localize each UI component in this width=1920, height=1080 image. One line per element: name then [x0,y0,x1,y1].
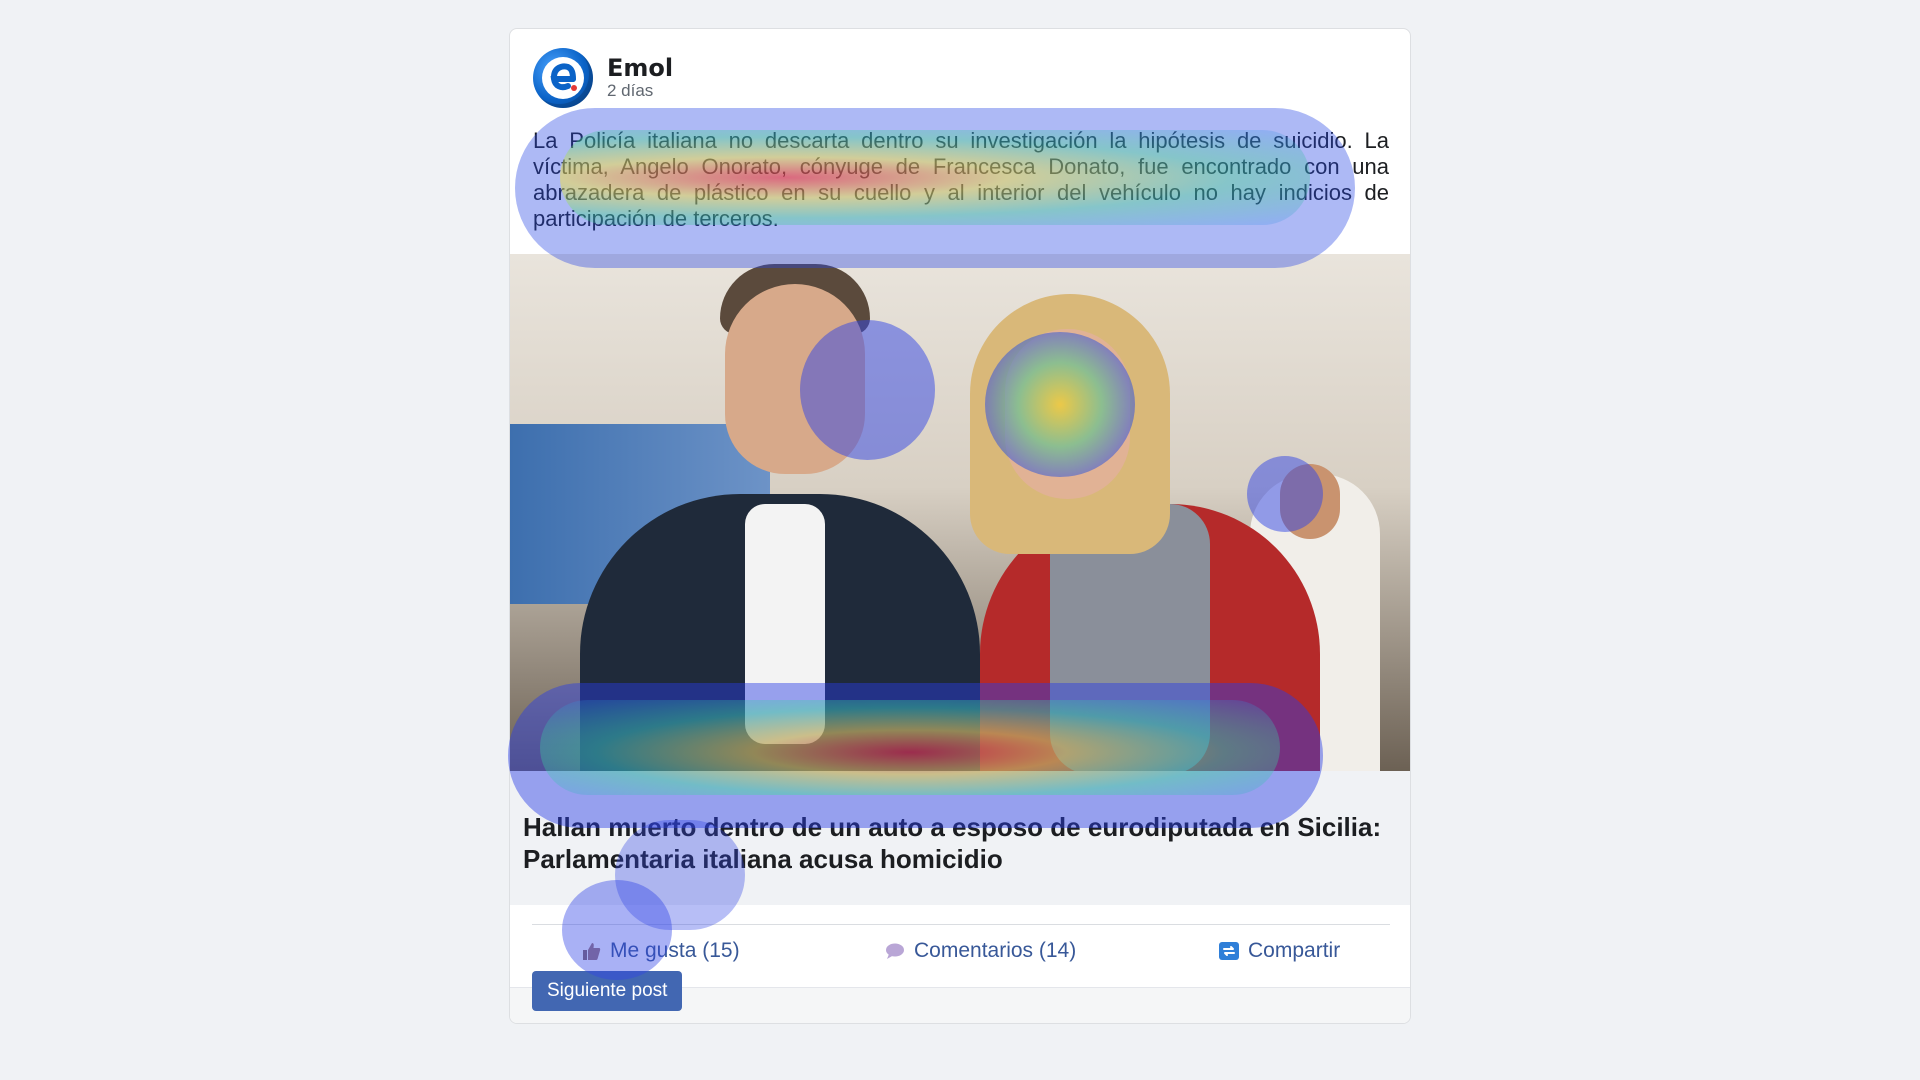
like-button[interactable]: Me gusta (15) [580,939,740,963]
emol-logo-icon[interactable] [533,48,593,108]
photo-background-head [1280,464,1340,539]
post-image[interactable] [510,254,1410,771]
share-label: Compartir [1248,939,1341,962]
link-preview[interactable]: Hallan muerto dentro de un auto a esposo… [510,771,1410,905]
post-header: Emol 2 días [533,46,673,110]
speech-bubble-icon [886,943,904,959]
share-button[interactable]: Compartir [1218,939,1340,963]
photo-woman-face [1005,329,1130,499]
post-text: La Policía italiana no descarta dentro s… [533,128,1389,231]
comment-button[interactable]: Comentarios (14) [884,939,1076,963]
thumbs-up-icon [583,943,601,960]
post-time[interactable]: 2 días [607,81,673,101]
like-label: Me gusta (15) [610,939,740,962]
author-name[interactable]: Emol [607,55,673,81]
link-title[interactable]: Hallan muerto dentro de un auto a esposo… [523,811,1383,875]
comment-label: Comentarios (14) [914,939,1077,962]
photo-man-shirt [745,504,825,744]
next-post-button[interactable]: Siguiente post [532,971,683,1011]
share-arrows-icon [1219,942,1239,960]
post-card: Emol 2 días La Policía italiana no desca… [509,28,1411,1024]
photo-man-face [725,284,865,474]
